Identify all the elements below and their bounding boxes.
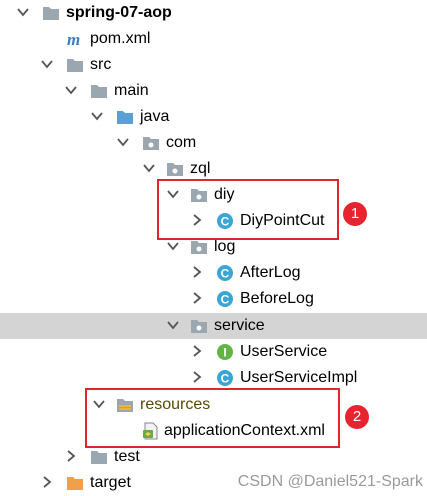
target-folder-icon bbox=[66, 474, 84, 492]
afterlog-label: AfterLog bbox=[240, 264, 301, 281]
chevron-right-icon[interactable] bbox=[64, 449, 78, 463]
tree-row-pom[interactable]: m pom.xml bbox=[0, 26, 427, 52]
zql-label: zql bbox=[190, 160, 211, 177]
tree-row-src[interactable]: src bbox=[0, 52, 427, 78]
folder-icon bbox=[90, 82, 108, 100]
svg-text:C: C bbox=[221, 267, 230, 281]
chevron-down-icon[interactable] bbox=[16, 5, 30, 19]
chevron-right-icon[interactable] bbox=[190, 344, 204, 358]
tree-row-afterlog[interactable]: C AfterLog bbox=[0, 260, 427, 286]
source-folder-icon bbox=[116, 108, 134, 126]
chevron-down-icon[interactable] bbox=[166, 318, 180, 332]
folder-icon bbox=[42, 4, 60, 22]
tree-row-project[interactable]: spring-07-aop bbox=[0, 0, 427, 26]
interface-icon: I bbox=[216, 343, 234, 361]
annotation-badge-2: 2 bbox=[345, 405, 369, 429]
chevron-right-icon[interactable] bbox=[190, 370, 204, 384]
tree-row-service[interactable]: service bbox=[0, 313, 427, 339]
annotation-box-1 bbox=[157, 179, 339, 240]
tree-row-beforelog[interactable]: C BeforeLog bbox=[0, 286, 427, 312]
package-icon bbox=[190, 317, 208, 335]
beforelog-label: BeforeLog bbox=[240, 290, 314, 307]
maven-icon: m bbox=[66, 30, 84, 48]
class-icon: C bbox=[216, 290, 234, 308]
chevron-down-icon[interactable] bbox=[142, 161, 156, 175]
tree-row-main[interactable]: main bbox=[0, 78, 427, 104]
chevron-right-icon[interactable] bbox=[190, 291, 204, 305]
chevron-down-icon[interactable] bbox=[64, 83, 78, 97]
tree-row-java[interactable]: java bbox=[0, 104, 427, 130]
service-label: service bbox=[214, 317, 265, 334]
svg-text:m: m bbox=[67, 30, 80, 48]
chevron-down-icon[interactable] bbox=[166, 239, 180, 253]
tree-row-userservice[interactable]: I UserService bbox=[0, 339, 427, 365]
main-label: main bbox=[114, 82, 149, 99]
svg-text:I: I bbox=[223, 346, 226, 360]
chevron-right-icon[interactable] bbox=[190, 265, 204, 279]
target-label: target bbox=[90, 474, 131, 491]
package-icon bbox=[190, 238, 208, 256]
userserviceimpl-label: UserServiceImpl bbox=[240, 369, 358, 386]
chevron-down-icon[interactable] bbox=[40, 57, 54, 71]
watermark: CSDN @Daniel521-Spark bbox=[237, 473, 423, 490]
test-label: test bbox=[114, 448, 140, 465]
folder-icon bbox=[90, 448, 108, 466]
project-label: spring-07-aop bbox=[66, 4, 172, 21]
userservice-label: UserService bbox=[240, 343, 328, 360]
class-icon: C bbox=[216, 264, 234, 282]
src-label: src bbox=[90, 56, 112, 73]
folder-icon bbox=[66, 56, 84, 74]
chevron-down-icon[interactable] bbox=[116, 135, 130, 149]
annotation-box-2 bbox=[85, 388, 340, 448]
svg-text:C: C bbox=[221, 372, 230, 386]
com-label: com bbox=[166, 134, 197, 151]
chevron-right-icon[interactable] bbox=[40, 475, 54, 489]
java-label: java bbox=[140, 108, 170, 125]
log-label: log bbox=[214, 238, 236, 255]
chevron-down-icon[interactable] bbox=[90, 109, 104, 123]
tree-row-com[interactable]: com bbox=[0, 130, 427, 156]
annotation-badge-1: 1 bbox=[343, 202, 367, 226]
pom-label: pom.xml bbox=[90, 30, 151, 47]
class-icon: C bbox=[216, 369, 234, 387]
package-icon bbox=[166, 160, 184, 178]
package-icon bbox=[142, 134, 160, 152]
svg-text:C: C bbox=[221, 293, 230, 307]
